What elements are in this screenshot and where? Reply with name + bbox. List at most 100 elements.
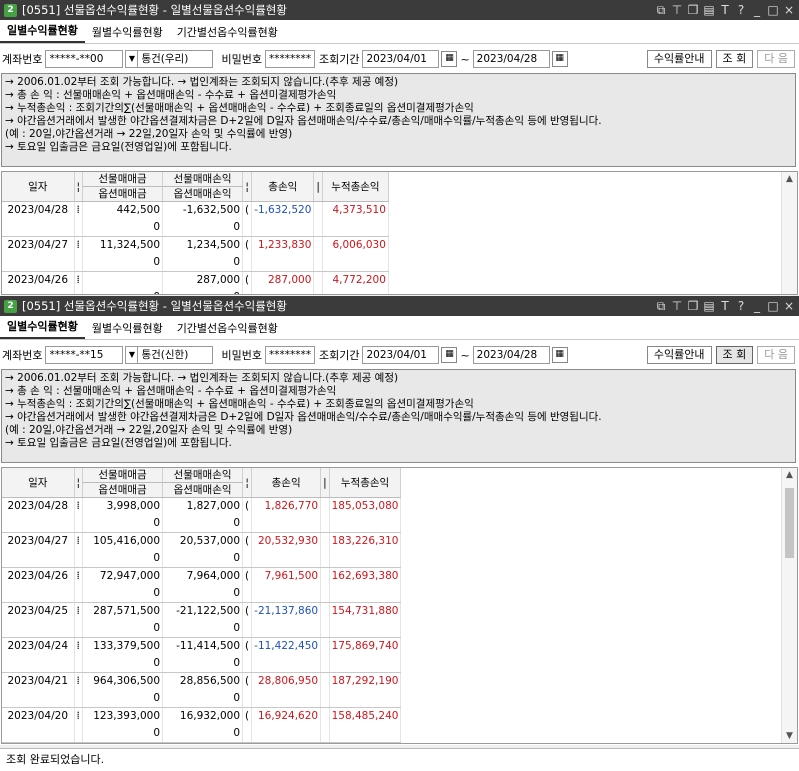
help-icon[interactable]: ? [735,2,747,18]
col-futures-amount[interactable]: 선물매매금 [82,468,164,483]
account-type-value[interactable]: 통건(우리) [137,50,214,68]
cell-empty [2,289,75,294]
password-input[interactable]: ******** [264,50,315,68]
minimize-icon[interactable]: _ [751,298,763,314]
calendar-icon[interactable]: ▦ [441,347,458,363]
col-futures-pnl[interactable]: 선물매매손익 [162,172,244,187]
col-total-pnl[interactable]: 총손익 [251,172,315,202]
cell-option-pnl: 0 [162,655,244,673]
table-row-sub[interactable]: 00 [2,515,402,533]
tab-period[interactable]: 기간별선옵수익률현황 [170,24,285,43]
date-from-input[interactable]: 2023/04/01 [362,346,440,364]
title-bar[interactable]: 2 [0551] 선물옵션수익률현황 - 일별선물옵션수익률현황 ⧉ ⊤ ❐ ▤… [0,0,799,20]
cell-option-amount: 0 [82,655,164,673]
col-futures-amount[interactable]: 선물매매금 [82,172,164,187]
table-row-sub[interactable]: 00 [2,620,402,638]
tab-monthly[interactable]: 월별수익률현황 [85,24,170,43]
col-option-amount[interactable]: 옵션매매금 [82,186,164,202]
tab-period[interactable]: 기간별선옵수익률현황 [170,320,285,339]
pin-icon[interactable]: ⊤ [671,2,683,18]
scroll-up-icon[interactable]: ▲ [782,468,797,482]
tab-monthly[interactable]: 월별수익률현황 [85,320,170,339]
cell-cum-pnl: 175,869,740 [329,637,402,655]
vertical-scrollbar[interactable]: ▲ ▼ [781,468,797,743]
cell-hidden: ⁞ [74,201,84,219]
table-row[interactable]: 2023/04/20 ⁞ 123,393,000 16,932,000(16,924,… [2,707,402,725]
col-date[interactable]: 일자 [2,468,75,498]
col-date[interactable]: 일자 [2,172,75,202]
help-icon[interactable]: ? [735,298,747,314]
next-button[interactable]: 다 음 [757,346,795,364]
link-icon[interactable]: ⧉ [655,298,667,314]
date-to-input[interactable]: 2023/04/28 [472,346,550,364]
account-input[interactable]: *****-**00 [45,50,124,68]
table-row-sub[interactable]: 00 [2,550,402,568]
date-to-input[interactable]: 2023/04/28 [472,50,550,68]
scroll-up-icon[interactable]: ▲ [782,172,797,186]
chevron-down-icon[interactable]: ▼ [125,50,138,68]
vertical-scrollbar[interactable]: ▲ [781,172,797,294]
query-controls: 계좌번호 *****-**15 ▼ 통건(신한) 비밀번호 ******** 조… [0,344,799,366]
table-row[interactable]: 2023/04/26 ⁞ 72,947,000 7,964,000(7,961,500… [2,567,402,585]
copy-icon[interactable]: ❐ [687,298,699,314]
maximize-icon[interactable]: □ [767,2,779,18]
print-icon[interactable]: ▤ [703,2,715,18]
font-size-icon[interactable]: T [719,298,731,314]
tab-daily[interactable]: 일별수익률현황 [0,22,85,43]
query-button[interactable]: 조 회 [715,346,754,364]
cell-hidden [320,497,330,515]
col-futures-pnl[interactable]: 선물매매손익 [162,468,244,483]
account-type-select[interactable]: ▼ 통건(우리) [125,50,214,68]
table-row[interactable]: 2023/04/26 ⁞ 287,000(287,000 4,772,200 [2,271,389,289]
table-row[interactable]: 2023/04/24 ⁞ 133,379,500 -11,414,500(-11,42… [2,637,402,655]
table-row[interactable]: 2023/04/28 ⁞ 442,500 -1,632,500(-1,632,520 4… [2,201,389,219]
password-input[interactable]: ******** [264,346,315,364]
table-row-sub[interactable]: 00 [2,254,389,272]
table-row-sub[interactable]: 00 [2,690,402,708]
cell-hidden [74,550,84,568]
maximize-icon[interactable]: □ [767,298,779,314]
close-icon[interactable]: × [783,298,795,314]
col-option-pnl[interactable]: 옵션매매손익 [162,482,244,498]
data-grid: 일자 ¦ 선물매매금 선물매매손익 ¦ 총손익 | 누적총손익 옵션매매금 옵션… [1,171,798,295]
yield-guide-button[interactable]: 수익률안내 [646,346,712,364]
calendar-icon[interactable]: ▦ [551,51,568,67]
link-icon[interactable]: ⧉ [655,2,667,18]
cell-hidden: ( [242,201,253,219]
table-row[interactable]: 2023/04/25 ⁞ 287,571,500 -21,122,500(-21,13… [2,602,402,620]
col-option-amount[interactable]: 옵션매매금 [82,482,164,498]
table-row-sub[interactable]: 00 [2,725,402,743]
query-button[interactable]: 조 회 [715,50,754,68]
col-cum-pnl[interactable]: 누적총손익 [329,468,402,498]
col-cum-pnl[interactable]: 누적총손익 [322,172,389,202]
table-row[interactable]: 2023/04/27 ⁞ 11,324,500 1,234,500(1,233,830… [2,236,389,254]
calendar-icon[interactable]: ▦ [551,347,568,363]
font-size-icon[interactable]: T [719,2,731,18]
account-type-value[interactable]: 통건(신한) [137,346,214,364]
minimize-icon[interactable]: _ [751,2,763,18]
title-bar[interactable]: 2 [0551] 선물옵션수익률현황 - 일별선물옵션수익률현황 ⧉ ⊤ ❐ ▤… [0,296,799,316]
col-option-pnl[interactable]: 옵션매매손익 [162,186,244,202]
pin-icon[interactable]: ⊤ [671,298,683,314]
calendar-icon[interactable]: ▦ [441,51,458,67]
scroll-thumb[interactable] [785,488,794,558]
close-icon[interactable]: × [783,2,795,18]
next-button[interactable]: 다 음 [757,50,795,68]
copy-icon[interactable]: ❐ [687,2,699,18]
scroll-down-icon[interactable]: ▼ [782,729,797,743]
chevron-down-icon[interactable]: ▼ [125,346,138,364]
tab-daily[interactable]: 일별수익률현황 [0,318,85,339]
table-row[interactable]: 2023/04/21 ⁞ 964,306,500 28,856,500(28,806,… [2,672,402,690]
date-from-input[interactable]: 2023/04/01 [362,50,440,68]
table-row-sub[interactable]: 00 [2,289,389,294]
table-row[interactable]: 2023/04/27 ⁞ 105,416,000 20,537,000(20,532,… [2,532,402,550]
table-row-sub[interactable]: 00 [2,585,402,603]
account-input[interactable]: *****-**15 [45,346,124,364]
table-row-sub[interactable]: 00 [2,219,389,237]
account-type-select[interactable]: ▼ 통건(신한) [125,346,214,364]
table-row[interactable]: 2023/04/28 ⁞ 3,998,000 1,827,000(1,826,770 1… [2,497,402,515]
print-icon[interactable]: ▤ [703,298,715,314]
table-row-sub[interactable]: 00 [2,655,402,673]
col-total-pnl[interactable]: 총손익 [251,468,322,498]
yield-guide-button[interactable]: 수익률안내 [646,50,712,68]
